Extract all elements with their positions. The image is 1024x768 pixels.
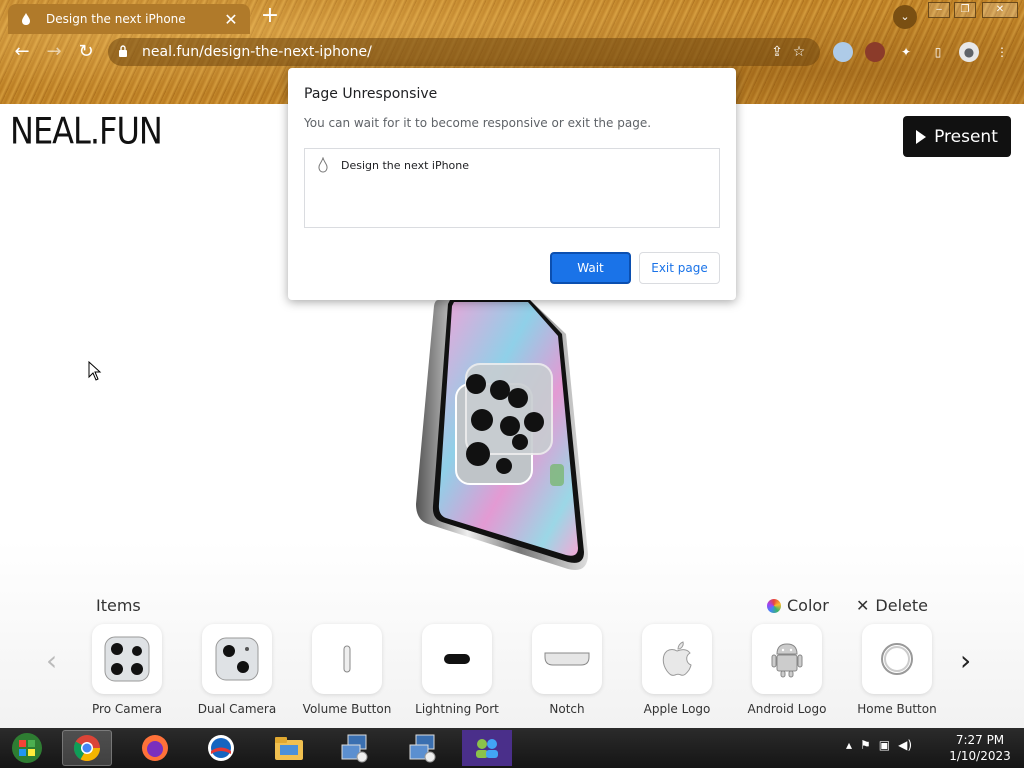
flag-icon[interactable]: ⚑	[860, 738, 871, 752]
exit-page-button[interactable]: Exit page	[639, 252, 720, 284]
profile-icon[interactable]: ●	[959, 42, 979, 62]
unresponsive-pages-list: Design the next iPhone	[304, 148, 720, 228]
volume-button-icon	[312, 624, 382, 694]
tab-close-icon[interactable]: ✕	[222, 10, 240, 29]
mouse-cursor-icon	[88, 360, 102, 385]
pro-camera-icon	[92, 624, 162, 694]
dual-camera-icon	[202, 624, 272, 694]
item-apple-logo[interactable]: Apple Logo	[642, 624, 712, 716]
present-button[interactable]: Present	[903, 116, 1011, 157]
bookmark-star-icon[interactable]: ☆	[788, 44, 810, 60]
dialog-title: Page Unresponsive	[304, 86, 438, 102]
start-button-icon[interactable]	[2, 730, 52, 766]
reload-icon[interactable]: ↻	[74, 40, 98, 64]
clock-time: 7:27 PM	[955, 733, 1005, 747]
item-pro-camera[interactable]: Pro Camera	[92, 624, 162, 716]
page-unresponsive-dialog: Page Unresponsive You can wait for it to…	[288, 68, 736, 300]
lock-icon	[118, 44, 132, 60]
item-volume-button[interactable]: Volume Button	[303, 624, 391, 716]
taskbar-clock[interactable]: 7:27 PM 1/10/2023	[940, 732, 1020, 764]
items-heading: Items	[96, 596, 141, 615]
url-text: neal.fun/design-the-next-iphone/	[142, 44, 372, 60]
lightning-port-icon	[422, 624, 492, 694]
clock-date: 1/10/2023	[949, 749, 1011, 763]
extension-flag-icon[interactable]	[833, 42, 853, 62]
item-notch[interactable]: Notch	[532, 624, 602, 716]
scroll-right-chevron-icon[interactable]: ›	[960, 644, 971, 677]
site-logo[interactable]: NEAL.FUN	[10, 109, 163, 153]
network-tool-2-taskbar-icon[interactable]	[398, 730, 448, 766]
pear-favicon-icon	[18, 11, 34, 27]
forward-arrow-icon[interactable]: →	[42, 40, 66, 64]
back-arrow-icon[interactable]: ←	[10, 40, 34, 64]
delete-button[interactable]: ✕ Delete	[856, 596, 928, 615]
play-icon	[916, 129, 927, 144]
new-tab-button[interactable]: +	[258, 4, 282, 30]
tab-title: Design the next iPhone	[46, 12, 186, 26]
wait-button[interactable]: Wait	[550, 252, 631, 284]
firefox-taskbar-icon[interactable]	[130, 730, 180, 766]
present-label: Present	[934, 126, 998, 147]
system-tray: ▴ ⚑ ▣ ◀)	[846, 738, 912, 752]
restore-button[interactable]: ❐	[954, 2, 976, 18]
chrome-taskbar-icon[interactable]	[62, 730, 112, 766]
item-lightning-port[interactable]: Lightning Port	[415, 624, 499, 716]
share-icon[interactable]: ⇪	[766, 44, 788, 60]
unresponsive-page-title: Design the next iPhone	[341, 158, 470, 172]
home-button-icon	[862, 624, 932, 694]
extensions-puzzle-icon[interactable]: ✦	[896, 42, 916, 62]
network-icon[interactable]: ▣	[879, 738, 890, 752]
window-close-button[interactable]: ✕	[982, 2, 1018, 18]
pear-icon	[318, 157, 328, 173]
users-taskbar-icon[interactable]	[462, 730, 512, 766]
tray-expand-icon[interactable]: ▴	[846, 738, 852, 752]
unresponsive-page-item: Design the next iPhone	[305, 149, 719, 181]
windows-taskbar: ▴ ⚑ ▣ ◀) 7:27 PM 1/10/2023	[0, 728, 1024, 768]
phone-3d-preview[interactable]	[408, 294, 598, 583]
color-button[interactable]: Color	[767, 596, 829, 615]
minimize-button[interactable]: ‒	[928, 2, 950, 18]
color-wheel-icon	[767, 598, 781, 613]
tab-search-icon[interactable]: ⌄	[893, 5, 917, 29]
color-label: Color	[787, 596, 829, 615]
obama-logo-taskbar-icon[interactable]	[196, 730, 246, 766]
extension-avatar-icon[interactable]	[865, 42, 885, 62]
close-x-icon: ✕	[856, 596, 870, 615]
file-explorer-taskbar-icon[interactable]	[264, 730, 314, 766]
network-tool-taskbar-icon[interactable]	[330, 730, 380, 766]
item-android-logo[interactable]: Android Logo	[748, 624, 826, 716]
menu-dots-icon[interactable]: ⋮	[992, 42, 1012, 62]
item-label: Home Button	[857, 702, 937, 716]
notch-icon	[532, 624, 602, 694]
item-dual-camera[interactable]: Dual Camera	[198, 624, 276, 716]
dialog-message: You can wait for it to become responsive…	[304, 116, 652, 130]
address-bar[interactable]: neal.fun/design-the-next-iphone/ ⇪ ☆	[108, 38, 820, 66]
apple-logo-icon	[642, 624, 712, 694]
volume-icon[interactable]: ◀)	[898, 738, 912, 752]
side-panel-icon[interactable]: ▯	[928, 42, 948, 62]
browser-tab[interactable]: Design the next iPhone ✕	[8, 4, 250, 34]
item-home-button[interactable]: Home Button	[857, 624, 937, 716]
android-logo-icon	[752, 624, 822, 694]
delete-label: Delete	[875, 596, 928, 615]
scroll-left-chevron-icon[interactable]: ‹	[46, 644, 57, 677]
